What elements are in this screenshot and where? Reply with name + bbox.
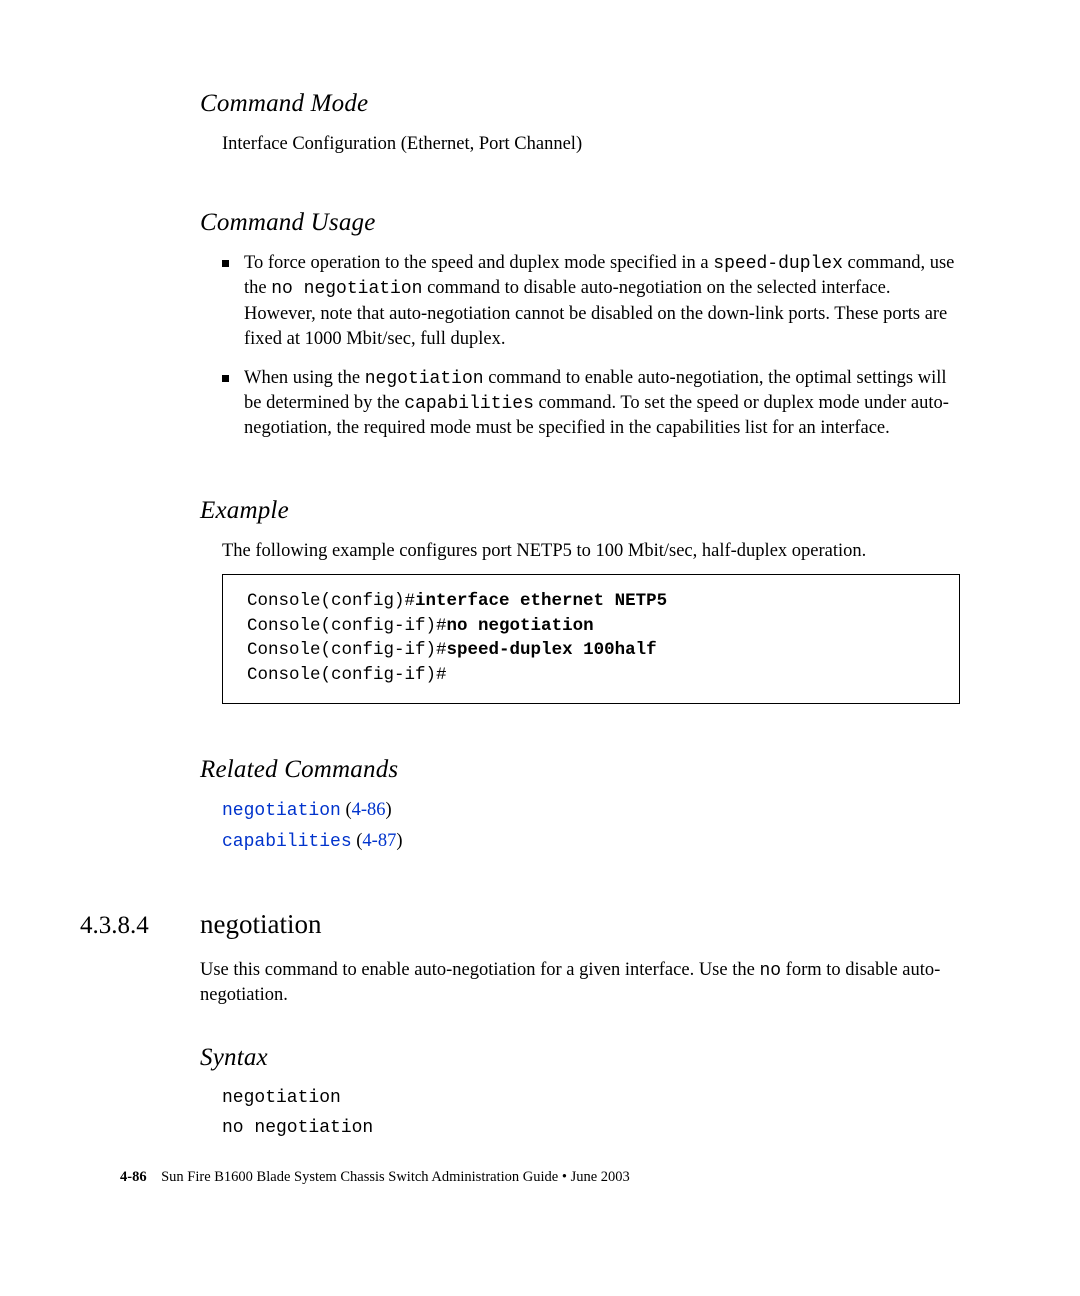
text: To force operation to the speed and dupl… <box>244 253 713 273</box>
heading-command-mode: Command Mode <box>200 90 960 118</box>
heading-related-commands: Related Commands <box>200 756 960 784</box>
code-command: interface ethernet NETP5 <box>415 591 667 611</box>
code-prompt: Console(config-if)# <box>247 616 447 636</box>
usage-bullet-2: When using the negotiation command to en… <box>222 366 960 442</box>
link-page-ref[interactable]: 4-86 <box>352 800 386 820</box>
link-page-ref[interactable]: 4-87 <box>362 831 396 851</box>
code-prompt: Console(config)# <box>247 591 415 611</box>
code-speed-duplex: speed-duplex <box>713 254 843 274</box>
section-number: 4.3.8.4 <box>80 912 200 940</box>
code-no: no <box>759 961 781 981</box>
section-title: negotiation <box>200 909 321 940</box>
page-footer: 4-86 Sun Fire B1600 Blade System Chassis… <box>120 1169 630 1186</box>
code-command: speed-duplex 100half <box>447 640 657 660</box>
code-prompt: Console(config-if)# <box>247 640 447 660</box>
syntax-line: no negotiation <box>222 1116 960 1140</box>
text: Use this command to enable auto-negotiat… <box>200 960 759 980</box>
related-command-row: negotiation (4-86) <box>222 798 960 823</box>
command-mode-text: Interface Configuration (Ethernet, Port … <box>222 132 960 157</box>
heading-example: Example <box>200 497 960 525</box>
text: When using the <box>244 368 365 388</box>
syntax-line: negotiation <box>222 1086 960 1110</box>
text: ) <box>396 831 402 851</box>
link-capabilities[interactable]: capabilities <box>222 832 352 852</box>
footer-title: Sun Fire B1600 Blade System Chassis Swit… <box>161 1169 630 1185</box>
link-negotiation[interactable]: negotiation <box>222 801 341 821</box>
code-no-negotiation: no negotiation <box>271 279 422 299</box>
example-text: The following example configures port NE… <box>222 539 960 564</box>
text: ) <box>386 800 392 820</box>
code-prompt: Console(config-if)# <box>247 665 447 685</box>
text: ( <box>352 831 363 851</box>
example-code-block: Console(config)#interface ethernet NETP5… <box>222 574 960 704</box>
text: ( <box>341 800 352 820</box>
code-capabilities: capabilities <box>404 394 534 414</box>
heading-syntax: Syntax <box>200 1044 960 1072</box>
section-body: Use this command to enable auto-negotiat… <box>200 958 960 1008</box>
usage-bullet-1: To force operation to the speed and dupl… <box>222 251 960 352</box>
code-command: no negotiation <box>447 616 594 636</box>
footer-page-number: 4-86 <box>120 1169 147 1185</box>
heading-command-usage: Command Usage <box>200 209 960 237</box>
code-negotiation: negotiation <box>365 369 484 389</box>
related-command-row: capabilities (4-87) <box>222 829 960 854</box>
